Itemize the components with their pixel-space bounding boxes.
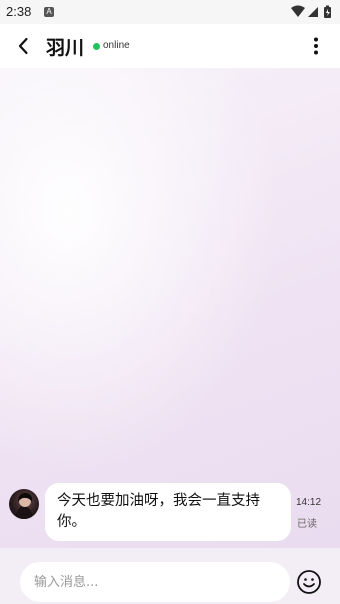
- avatar[interactable]: [9, 489, 39, 519]
- contact-name: 羽川: [46, 37, 85, 59]
- emoji-icon: [297, 570, 321, 594]
- more-vertical-icon: [314, 37, 318, 55]
- message-time: 14:12: [296, 497, 322, 508]
- wifi-icon: [291, 5, 305, 17]
- back-button[interactable]: [12, 34, 36, 58]
- notification-icon: A: [44, 7, 54, 17]
- chat-header: 羽川 online: [0, 24, 340, 68]
- chat-area[interactable]: [0, 68, 340, 548]
- status-time: 2:38: [6, 4, 32, 19]
- message-bubble[interactable]: 今天也要加油呀，我会一直支持你。: [45, 483, 291, 541]
- signal-icon: [308, 7, 318, 17]
- online-status-text: online: [103, 40, 130, 51]
- more-options-button[interactable]: [304, 34, 328, 58]
- avatar-image: [15, 493, 33, 519]
- online-status-dot: [93, 43, 100, 50]
- message-input[interactable]: [20, 562, 290, 602]
- emoji-button[interactable]: [296, 569, 322, 595]
- battery-icon: [324, 5, 331, 18]
- message-read-status: 已读: [297, 519, 317, 530]
- status-icons: [290, 4, 334, 20]
- status-bar: 2:38 A: [0, 0, 340, 24]
- back-arrow-icon: [18, 37, 28, 55]
- input-bar: [0, 548, 340, 604]
